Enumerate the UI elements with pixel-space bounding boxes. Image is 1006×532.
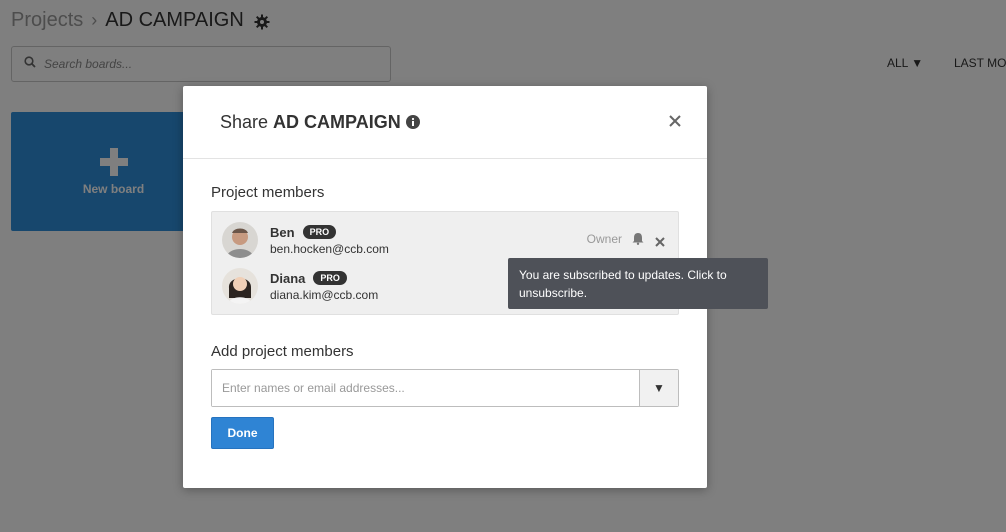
modal-title-prefix: Share [220, 111, 269, 132]
member-row: Ben PRO ben.hocken@ccb.com [222, 222, 389, 258]
info-icon[interactable] [405, 115, 420, 129]
member-row: Diana PRO diana.kim@ccb.com [222, 268, 378, 304]
pro-badge: PRO [313, 271, 347, 285]
chevron-down-icon: ▼ [653, 381, 665, 395]
modal-header: Share AD CAMPAIGN [183, 86, 707, 159]
member-name: Ben [270, 224, 295, 240]
modal-title-project: AD CAMPAIGN [273, 111, 401, 132]
add-members-input[interactable] [212, 370, 639, 406]
member-email: ben.hocken@ccb.com [270, 241, 389, 256]
bell-icon[interactable] [632, 232, 644, 245]
modal-title: Share AD CAMPAIGN [220, 112, 401, 133]
member-email: diana.kim@ccb.com [270, 287, 379, 302]
avatar [222, 222, 258, 258]
member-name: Diana [270, 270, 306, 286]
share-modal: Share AD CAMPAIGN Project members Ben PRO… [183, 86, 768, 488]
owner-label: Owner [586, 232, 622, 246]
remove-member-icon[interactable] [655, 234, 665, 247]
add-members-field: ▼ [211, 369, 679, 407]
add-members-label: Add project members [211, 343, 354, 360]
done-button[interactable]: Done [211, 417, 274, 449]
close-icon[interactable] [667, 113, 683, 129]
members-dropdown-button[interactable]: ▼ [639, 370, 678, 406]
subscription-tooltip: You are subscribed to updates. Click to … [508, 258, 768, 309]
project-members-label: Project members [211, 184, 325, 201]
pro-badge: PRO [302, 225, 337, 239]
avatar [222, 268, 258, 304]
